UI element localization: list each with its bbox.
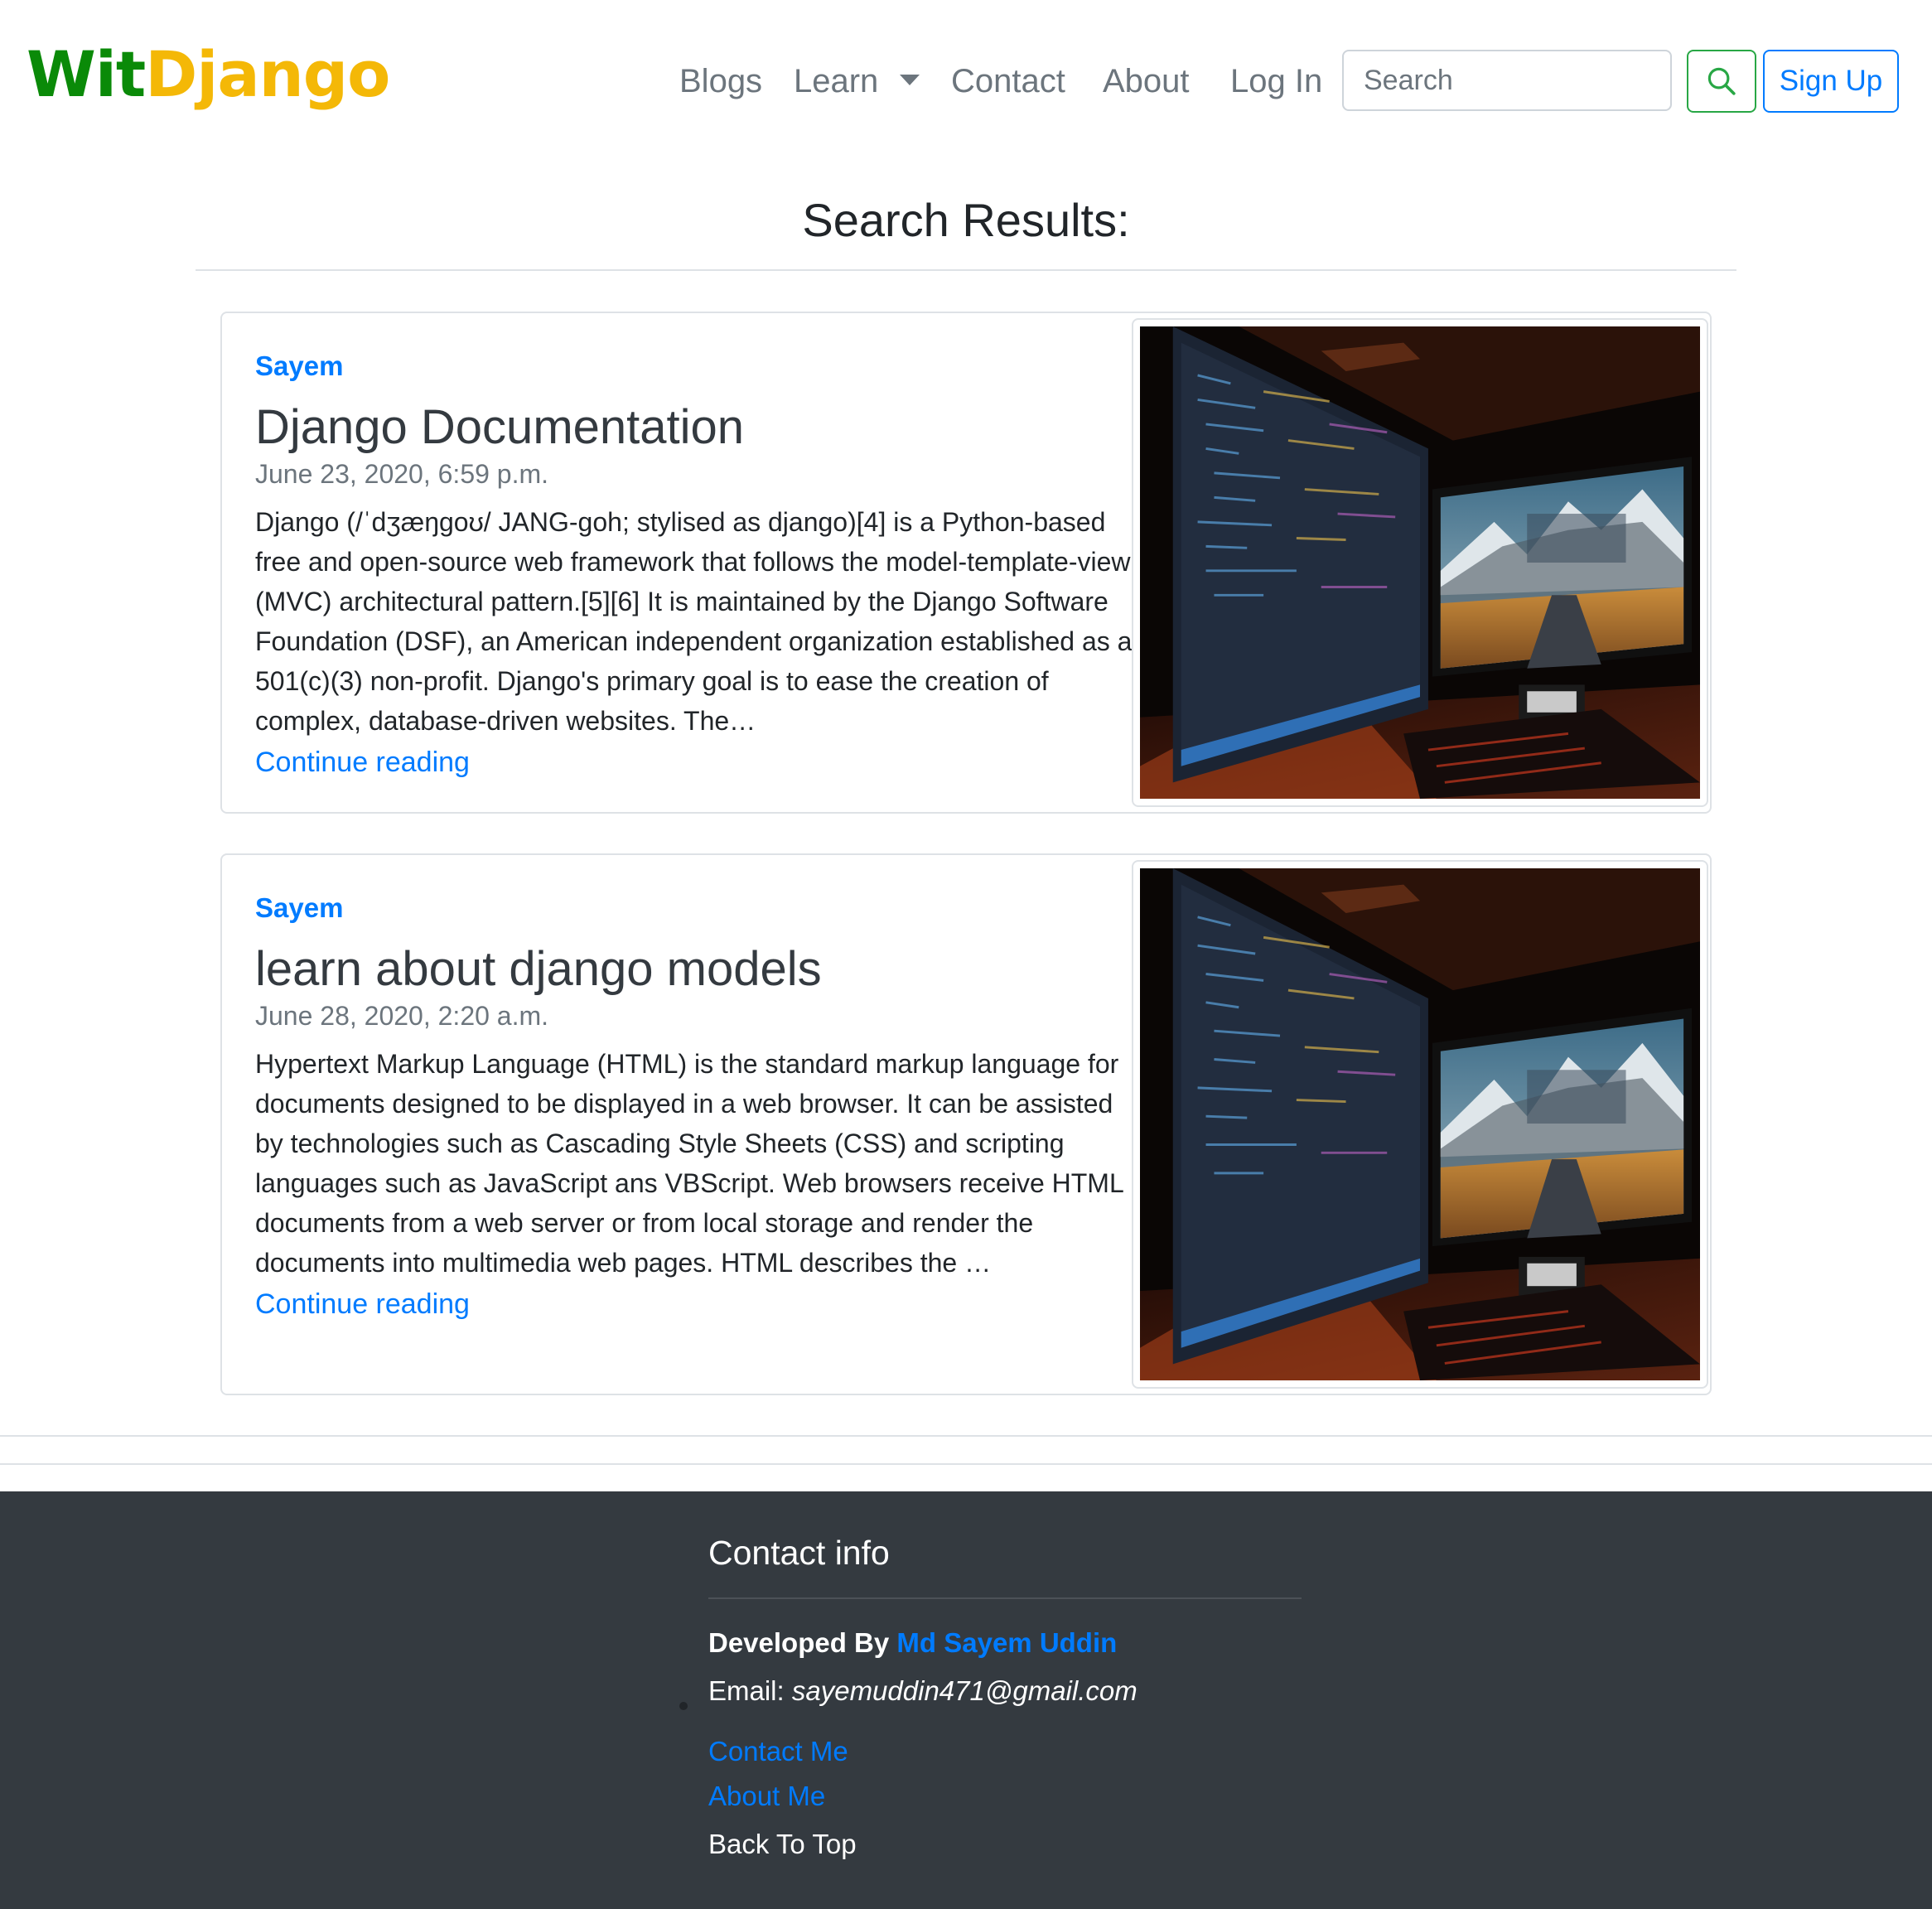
nav-learn-label: Learn: [794, 63, 879, 99]
post-card-body: Sayem Django Documentation June 23, 2020…: [255, 346, 1133, 782]
contact-me-link[interactable]: Contact Me: [708, 1732, 848, 1771]
post-thumbnail-image: [1140, 868, 1700, 1380]
developer-link[interactable]: Md Sayem Uddin: [896, 1627, 1117, 1658]
footer: Contact info Developed By Md Sayem Uddin…: [0, 1491, 1932, 1909]
post-card-body: Sayem learn about django models June 28,…: [255, 888, 1133, 1324]
post-title: Django Documentation: [255, 400, 745, 454]
continue-reading-link[interactable]: Continue reading: [255, 742, 1133, 782]
back-to-top-link[interactable]: Back To Top: [708, 1824, 857, 1864]
post-thumbnail: [1132, 318, 1708, 807]
heading-divider: [196, 269, 1736, 271]
signup-button[interactable]: Sign Up: [1763, 50, 1899, 113]
email-label: Email:: [708, 1675, 785, 1706]
post-author: Sayem: [255, 350, 344, 381]
about-me-link[interactable]: About Me: [708, 1776, 825, 1816]
nav-about[interactable]: About: [1103, 55, 1190, 108]
brand-logo-part1: Wit: [27, 37, 146, 111]
nav-learn-dropdown[interactable]: Learn: [794, 55, 920, 108]
search-button[interactable]: [1687, 50, 1756, 113]
bullet-icon: [679, 1702, 688, 1710]
section-divider: [0, 1463, 1932, 1465]
search-icon: [1707, 67, 1736, 95]
post-thumbnail-image: [1140, 326, 1700, 799]
developed-by-line: Developed By Md Sayem Uddin: [708, 1622, 1117, 1664]
footer-title: Contact info: [708, 1534, 890, 1572]
section-divider: [0, 1435, 1932, 1437]
navbar: WitDjango Blogs Learn Contact About Log …: [0, 0, 1932, 166]
footer-divider: [708, 1597, 1302, 1599]
post-thumbnail: [1132, 860, 1708, 1389]
continue-reading-link[interactable]: Continue reading: [255, 1284, 1133, 1324]
post-author: Sayem: [255, 892, 344, 923]
post-title: learn about django models: [255, 942, 822, 996]
search-input[interactable]: [1342, 50, 1672, 111]
email-line: Email: sayemuddin471@gmail.com: [679, 1670, 1137, 1712]
brand-logo[interactable]: WitDjango: [27, 33, 390, 116]
developed-by-label: Developed By: [708, 1627, 890, 1658]
brand-logo-part2: Django: [145, 37, 390, 111]
post-excerpt: Hypertext Markup Language (HTML) is the …: [255, 1049, 1123, 1278]
post-date: June 23, 2020, 6:59 p.m.: [255, 459, 549, 489]
post-date: June 28, 2020, 2:20 a.m.: [255, 1001, 549, 1031]
post-card: Sayem learn about django models June 28,…: [220, 853, 1712, 1395]
post-card: Sayem Django Documentation June 23, 2020…: [220, 312, 1712, 814]
nav-contact[interactable]: Contact: [951, 55, 1065, 108]
caret-down-icon: [900, 74, 920, 85]
nav-login[interactable]: Log In: [1230, 55, 1322, 108]
search-results-heading: Search Results:: [802, 194, 1130, 246]
email-value: sayemuddin471@gmail.com: [791, 1675, 1137, 1706]
post-excerpt: Django (/ˈdʒæŋɡoʊ/ JANG-goh; stylised as…: [255, 507, 1133, 736]
nav-blogs[interactable]: Blogs: [679, 55, 762, 108]
